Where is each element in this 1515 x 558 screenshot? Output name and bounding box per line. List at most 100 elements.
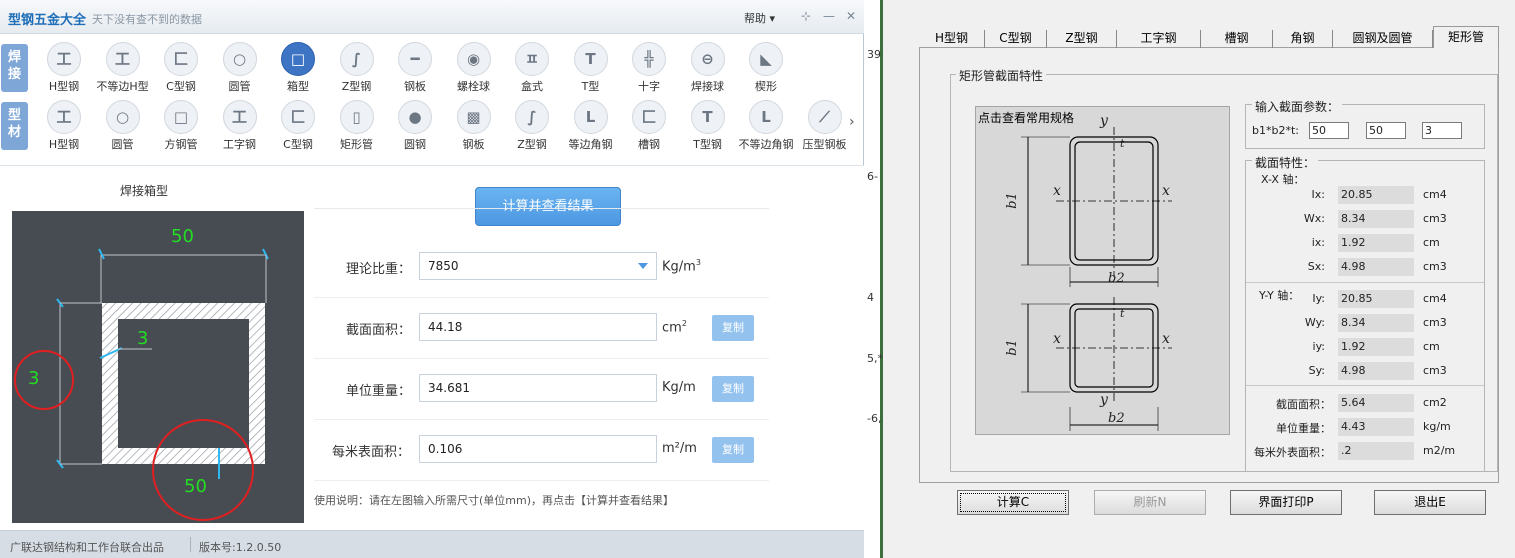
tab-angle[interactable]: 角钢 xyxy=(1273,30,1333,48)
dropdown-arrow-icon[interactable] xyxy=(638,263,648,269)
param-b2-input[interactable]: 50 xyxy=(1366,122,1406,139)
tool-row-section-5[interactable]: ▯ 矩形管 xyxy=(328,95,386,153)
density-unit-text: Kg/m xyxy=(662,259,696,275)
close-icon[interactable]: ✕ xyxy=(846,9,856,23)
sy-unit: cm3 xyxy=(1423,364,1447,377)
refresh-button[interactable]: 刷新N xyxy=(1094,490,1206,515)
dim-side-thickness-label[interactable]: 3 xyxy=(28,368,39,389)
tool-row-section-8[interactable]: ∫ Z型钢 xyxy=(503,95,561,153)
dim-width-label[interactable]: 50 xyxy=(171,226,194,247)
wx-value: 8.34 xyxy=(1338,210,1414,228)
tool-row-section-11[interactable]: T T型钢 xyxy=(679,95,737,153)
t-letter-top: t xyxy=(1120,137,1125,150)
tab-channel[interactable]: 槽钢 xyxy=(1201,30,1273,48)
tool-row-weld-4[interactable]: □ 箱型 xyxy=(269,37,327,95)
section-shape-icon: ∫ xyxy=(515,100,549,134)
help-menu[interactable]: 帮助 ▾ xyxy=(744,10,775,26)
tool-row-weld-5[interactable]: ∫ Z型钢 xyxy=(328,37,386,95)
tool-row-weld-3[interactable]: ○ 圆管 xyxy=(211,37,269,95)
tab-rect-tube[interactable]: 矩形管 xyxy=(1433,26,1499,48)
input-params-title: 输入截面参数： xyxy=(1252,98,1343,115)
rect-tube-drawing xyxy=(1021,127,1172,431)
tool-row-weld-9[interactable]: T T型 xyxy=(562,37,620,95)
copy-weight-button[interactable]: 复制 xyxy=(712,376,754,402)
tool-label: 十字 xyxy=(638,80,660,93)
exit-button[interactable]: 退出E xyxy=(1374,490,1486,515)
tool-row-weld-11[interactable]: ⊖ 焊接球 xyxy=(679,37,737,95)
radius-x-name: ix: xyxy=(1311,236,1325,249)
density-label: 理论比重： xyxy=(346,262,412,277)
section-shape-icon: ∫ xyxy=(339,42,374,76)
tool-label: 螺栓球 xyxy=(457,80,490,93)
profile-row-tag: 型 材 xyxy=(1,102,28,150)
param-b1-input[interactable]: 50 xyxy=(1309,122,1349,139)
section-shape-icon: 匚 xyxy=(164,42,198,76)
tool-label: 钢板 xyxy=(462,138,485,151)
section-shape-icon: 匚 xyxy=(632,100,666,134)
radius-y-unit: cm xyxy=(1423,340,1440,353)
minimize-icon[interactable]: — xyxy=(823,9,835,23)
area-input[interactable]: 44.18 xyxy=(419,313,657,341)
tool-row-section-4[interactable]: 匚 C型钢 xyxy=(269,95,327,153)
tool-row-weld-2[interactable]: 匚 C型钢 xyxy=(152,37,210,95)
area-unit-text: cm xyxy=(662,320,682,336)
tab-h-steel[interactable]: H型钢 xyxy=(919,30,985,48)
status-separator xyxy=(190,537,191,552)
tool-row-weld-8[interactable]: ㅍ盒式 xyxy=(503,37,561,95)
tool-row-section-9[interactable]: L 等边角钢 xyxy=(562,95,620,153)
tool-label: 不等边H型 xyxy=(96,80,149,93)
copy-surface-button[interactable]: 复制 xyxy=(712,437,754,463)
tube-weight-unit: kg/m xyxy=(1423,420,1451,433)
tab-z-steel[interactable]: Z型钢 xyxy=(1047,30,1117,48)
tool-row-weld-6[interactable]: ━ 钢板 xyxy=(386,37,444,95)
tool-row-weld-1[interactable]: 工不等边H型 xyxy=(94,37,152,95)
tool-row-section-0[interactable]: 工 H型钢 xyxy=(35,95,93,153)
tool-row-section-13[interactable]: ⟋ 压型钢板 xyxy=(796,95,854,153)
tab-i-beam[interactable]: 工字钢 xyxy=(1117,30,1201,48)
iy-name: Iy: xyxy=(1312,292,1325,305)
tab-c-steel[interactable]: C型钢 xyxy=(985,30,1047,48)
sy-name: Sy: xyxy=(1308,364,1325,377)
tab-round-bar-tube[interactable]: 圆钢及圆管 xyxy=(1333,30,1433,48)
iy-unit: cm4 xyxy=(1423,292,1447,305)
copy-area-button[interactable]: 复制 xyxy=(712,315,754,341)
wx-unit: cm3 xyxy=(1423,212,1447,225)
scroll-right-icon[interactable]: › xyxy=(849,114,855,130)
tool-row-section-6[interactable]: ● 圆钢 xyxy=(386,95,444,153)
title-bar: 型钢五金大全 天下没有查不到的数据 帮助 ▾ ⊹ — ✕ xyxy=(0,0,864,34)
status-bar: 广联达钢结构和工作台联合出品 版本号:1.2.0.50 xyxy=(0,530,864,558)
tool-row-section-7[interactable]: ▩ 钢板 xyxy=(445,95,503,153)
weight-input[interactable]: 34.681 xyxy=(419,374,657,402)
tool-label: C型钢 xyxy=(283,138,313,151)
print-button[interactable]: 界面打印P xyxy=(1230,490,1342,515)
tool-row-weld-7[interactable]: ◉ 螺栓球 xyxy=(445,37,503,95)
divider xyxy=(314,208,769,209)
density-unit-sup: 3 xyxy=(695,258,701,267)
tool-row-section-12[interactable]: L 不等边角钢 xyxy=(737,95,795,153)
pin-icon[interactable]: ⊹ xyxy=(801,9,811,23)
calculate-button[interactable]: 计算并查看结果 xyxy=(475,187,621,226)
radius-x-unit: cm xyxy=(1423,236,1440,249)
diagram-title: 焊接箱型 xyxy=(120,184,169,198)
tool-row-weld-10[interactable]: ╬ 十字 xyxy=(620,37,678,95)
tool-row-section-10[interactable]: 匚槽钢 xyxy=(620,95,678,153)
tool-label: 箱型 xyxy=(287,80,309,93)
surface-input[interactable]: 0.106 xyxy=(419,435,657,463)
tool-row-section-3[interactable]: 工工字钢 xyxy=(211,95,269,153)
param-t-input[interactable]: 3 xyxy=(1422,122,1462,139)
calculate-c-button[interactable]: 计算C xyxy=(957,490,1069,515)
dim-inner-thickness-label[interactable]: 3 xyxy=(137,328,148,349)
tool-row-section-1[interactable]: ○ 圆管 xyxy=(94,95,152,153)
density-value: 7850 xyxy=(428,259,459,273)
iy-value: 20.85 xyxy=(1338,290,1414,308)
tool-label: 盒式 xyxy=(521,80,543,93)
wy-name: Wy: xyxy=(1304,316,1325,329)
tool-row-weld-12[interactable]: ◣ 楔形 xyxy=(737,37,795,95)
rect-tube-diagram[interactable]: 点击查看常用规格 y x x b1 b2 t x x y b1 b2 t xyxy=(975,106,1230,435)
y-axis-letter: y xyxy=(1100,113,1108,129)
tool-row-section-2[interactable]: □ 方钢管 xyxy=(152,95,210,153)
tool-row-weld-0[interactable]: 工 H型钢 xyxy=(35,37,93,95)
x-axis-letter-right-2: x xyxy=(1162,331,1170,347)
density-select[interactable]: 7850 xyxy=(419,252,657,280)
dim-bottom-label[interactable]: 50 xyxy=(184,476,207,497)
